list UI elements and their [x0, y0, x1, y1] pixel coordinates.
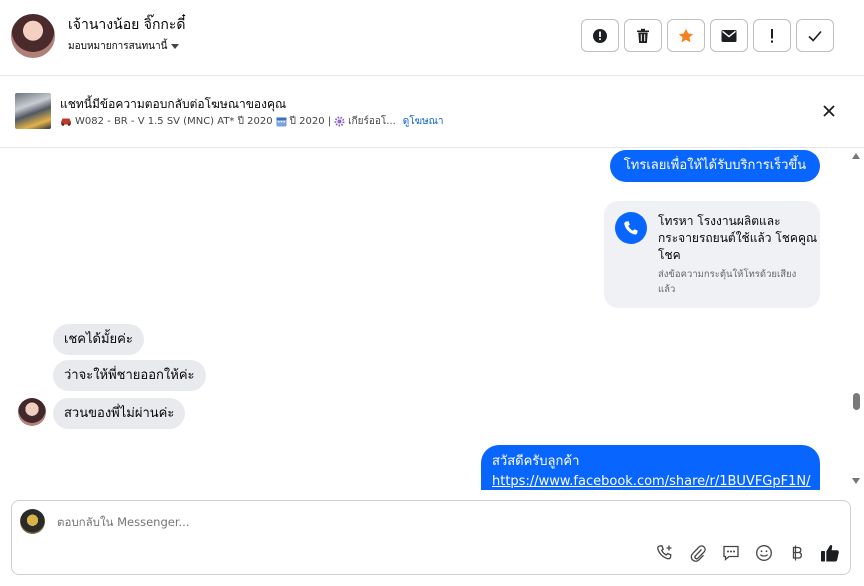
view-ad-link[interactable]: ดูโฆษณา: [403, 114, 444, 129]
conversation-header: เจ้านางน้อย จิ๊กกะดี๋ มอบหมายการสนทนานี้: [0, 0, 864, 76]
ad-year: ปี 2020 |: [289, 116, 332, 127]
emoji-button[interactable]: [754, 543, 774, 563]
ad-car-code: W082 - BR - V 1.5 SV (MNC) AT* ปี 2020: [75, 116, 273, 127]
composer-tools: [655, 543, 840, 563]
scrollbar-thumb[interactable]: [853, 393, 860, 410]
message-thread[interactable]: โทรเลยเพื่อให้ได้รับบริการเร็วขึ้น โทรหา…: [0, 148, 848, 490]
like-button[interactable]: [820, 543, 840, 563]
car-icon: [61, 118, 71, 126]
call-card-title: โทรหา โรงงานผลิตและกระจายรถยนต์ใช้แล้ว โ…: [658, 214, 818, 262]
reply-composer: [11, 500, 851, 575]
ad-banner-title: แชทนี้มีข้อความตอบกลับต่อโฆษณาของคุณ: [60, 97, 287, 111]
star-button[interactable]: [667, 19, 705, 52]
chevron-down-icon: [171, 44, 180, 49]
delete-button[interactable]: [624, 19, 662, 52]
incoming-message[interactable]: สวนของพี่ไม่ผ่านค่ะ: [53, 398, 186, 429]
alert-circle-icon: [593, 28, 607, 43]
scroll-up-icon[interactable]: [852, 153, 860, 159]
call-add-button[interactable]: [655, 543, 675, 563]
thread-scrollbar[interactable]: [848, 148, 864, 490]
saved-reply-button[interactable]: [721, 543, 741, 563]
exclamation-icon: [771, 28, 773, 43]
call-card-subtitle: ส่งข้อความกระตุ้นให้โทรด้วยเสียงแล้ว: [658, 269, 797, 295]
incoming-message[interactable]: ว่าจะให้พี่ชายออกให้ค่ะ: [53, 360, 206, 391]
page-avatar: [20, 509, 45, 534]
call-add-icon: [657, 545, 672, 560]
phone-icon: [615, 212, 647, 244]
envelope-icon: [721, 29, 737, 42]
follow-up-button[interactable]: [753, 19, 791, 52]
star-icon: [678, 28, 694, 42]
incoming-message[interactable]: เชคได้มั้ยค่ะ: [53, 324, 144, 355]
shared-link[interactable]: https://www.facebook.com/share/r/1BUVFGp…: [492, 472, 810, 490]
mark-done-button[interactable]: [796, 19, 834, 52]
scroll-down-icon[interactable]: [852, 478, 860, 484]
thumbs-up-icon: [821, 544, 839, 562]
greeting-text: สวัสดีครับลูกค้า: [492, 454, 580, 469]
payment-button[interactable]: [787, 543, 807, 563]
gear-icon: [334, 116, 345, 127]
ad-details: W082 - BR - V 1.5 SV (MNC) AT* ปี 2020 ป…: [60, 114, 444, 129]
attach-button[interactable]: [688, 543, 708, 563]
trash-icon: [637, 28, 649, 43]
reply-input[interactable]: [57, 515, 457, 529]
messenger-conversation: เจ้านางน้อย จิ๊กกะดี๋ มอบหมายการสนทนานี้: [0, 0, 864, 586]
chat-icon: [723, 545, 739, 561]
close-icon: [823, 105, 835, 117]
ad-thumbnail[interactable]: [15, 93, 51, 129]
call-request-card[interactable]: โทรหา โรงงานผลิตและกระจายรถยนต์ใช้แล้ว โ…: [604, 201, 820, 308]
calendar-icon: [276, 117, 287, 127]
sender-avatar[interactable]: [18, 398, 46, 426]
ad-gear: เกียร์ออโ...: [348, 116, 396, 127]
emoji-icon: [756, 545, 772, 561]
checkmark-icon: [808, 30, 822, 42]
mark-unread-button[interactable]: [710, 19, 748, 52]
assign-conversation-dropdown[interactable]: มอบหมายการสนทนานี้: [68, 39, 180, 54]
outgoing-message-with-link[interactable]: สวัสดีครับลูกค้า https://www.facebook.co…: [481, 445, 820, 490]
contact-avatar[interactable]: [11, 14, 55, 58]
assign-label: มอบหมายการสนทนานี้: [68, 41, 168, 52]
outgoing-message[interactable]: โทรเลยเพื่อให้ได้รับบริการเร็วขึ้น: [610, 150, 820, 182]
report-spam-button[interactable]: [581, 19, 619, 52]
baht-icon: [792, 545, 802, 561]
paperclip-icon: [690, 545, 706, 562]
close-banner-button[interactable]: [820, 102, 838, 120]
ad-reply-banner: แชทนี้มีข้อความตอบกลับต่อโฆษณาของคุณ W08…: [0, 76, 864, 148]
contact-name[interactable]: เจ้านางน้อย จิ๊กกะดี๋: [68, 14, 186, 36]
header-actions: [581, 19, 834, 52]
